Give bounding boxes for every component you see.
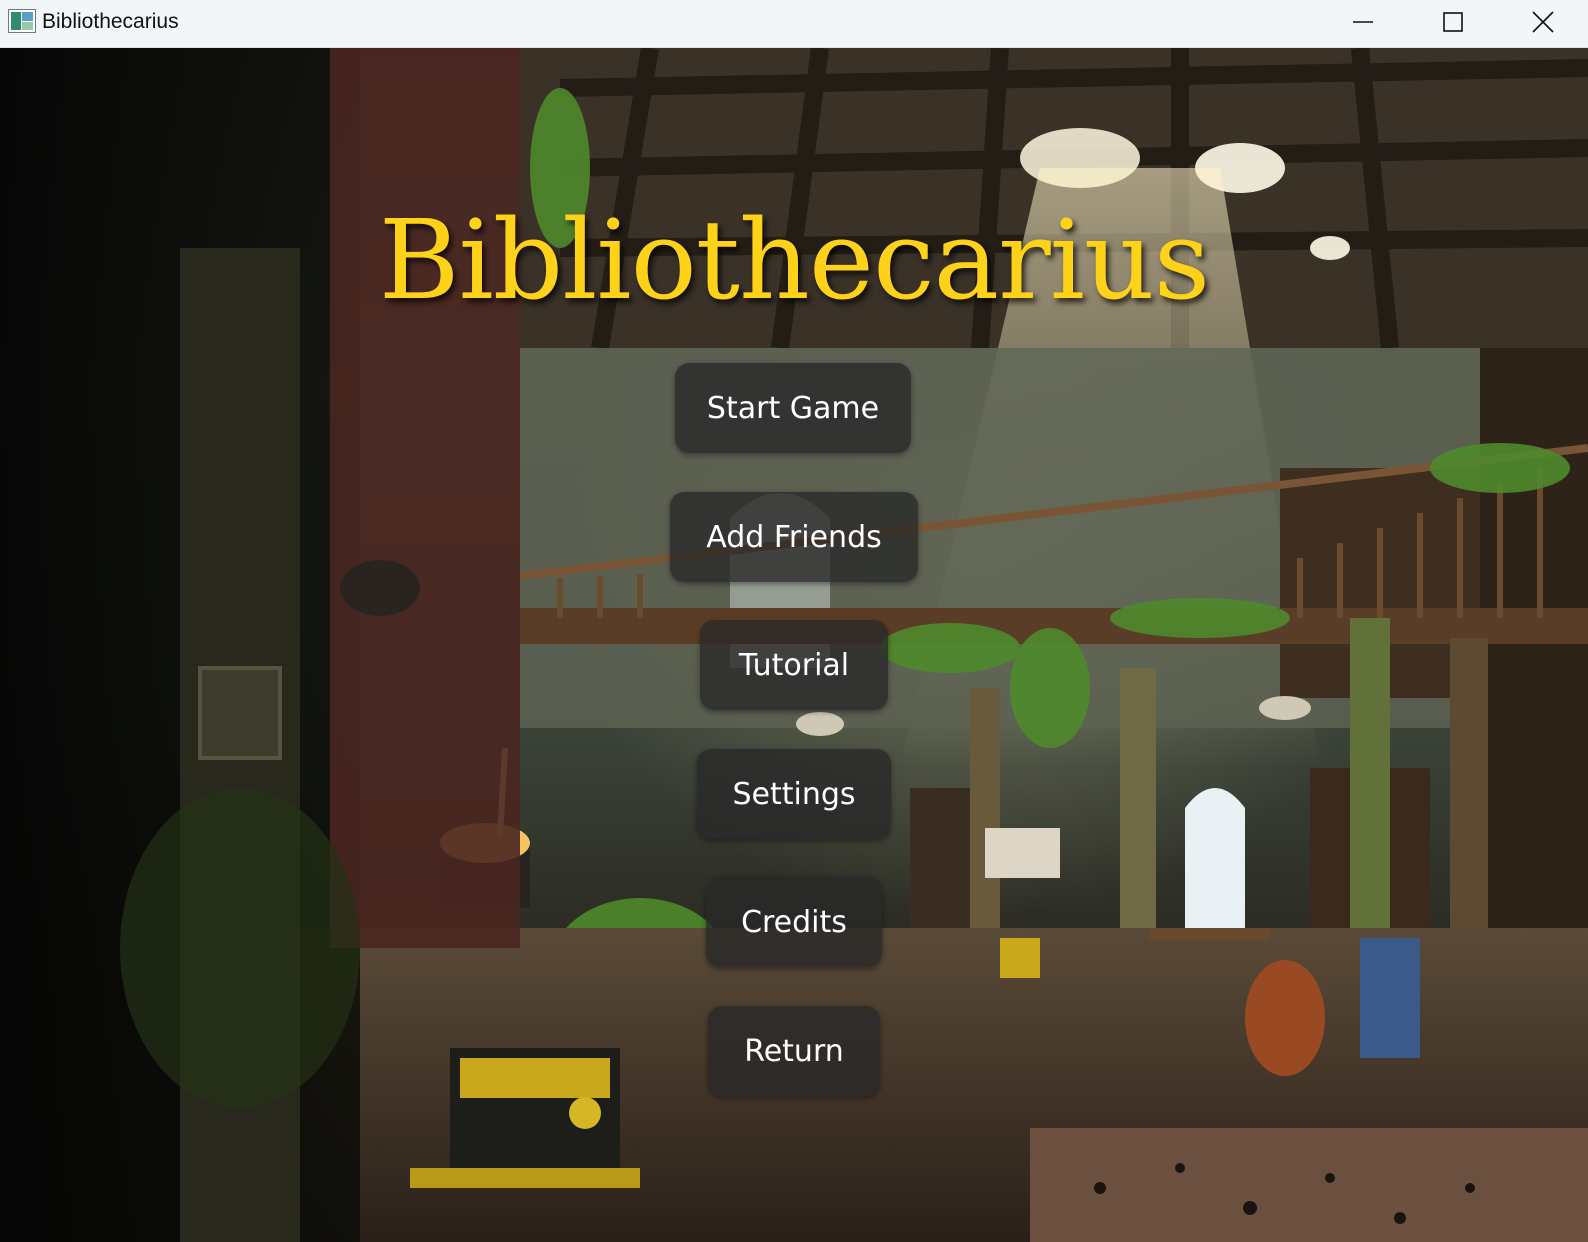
- tutorial-button[interactable]: Tutorial: [700, 620, 888, 710]
- credits-button[interactable]: Credits: [706, 877, 882, 967]
- close-icon: [1532, 11, 1554, 33]
- maximize-button[interactable]: [1408, 0, 1498, 44]
- close-button[interactable]: [1498, 0, 1588, 44]
- return-button[interactable]: Return: [708, 1006, 880, 1096]
- maximize-icon: [1443, 12, 1463, 32]
- minimize-button[interactable]: [1318, 0, 1408, 44]
- start-game-button[interactable]: Start Game: [675, 363, 911, 453]
- window-title: Bibliothecarius: [42, 10, 179, 33]
- add-friends-button[interactable]: Add Friends: [670, 492, 918, 582]
- minimize-icon: [1353, 21, 1373, 23]
- library-background-scene: Bibliothecarius Start Game Add Friends T…: [0, 48, 1588, 1242]
- game-title: Bibliothecarius: [378, 196, 1210, 324]
- app-window-icon: [8, 9, 36, 33]
- window-titlebar: Bibliothecarius: [0, 0, 1588, 48]
- settings-button[interactable]: Settings: [697, 749, 891, 839]
